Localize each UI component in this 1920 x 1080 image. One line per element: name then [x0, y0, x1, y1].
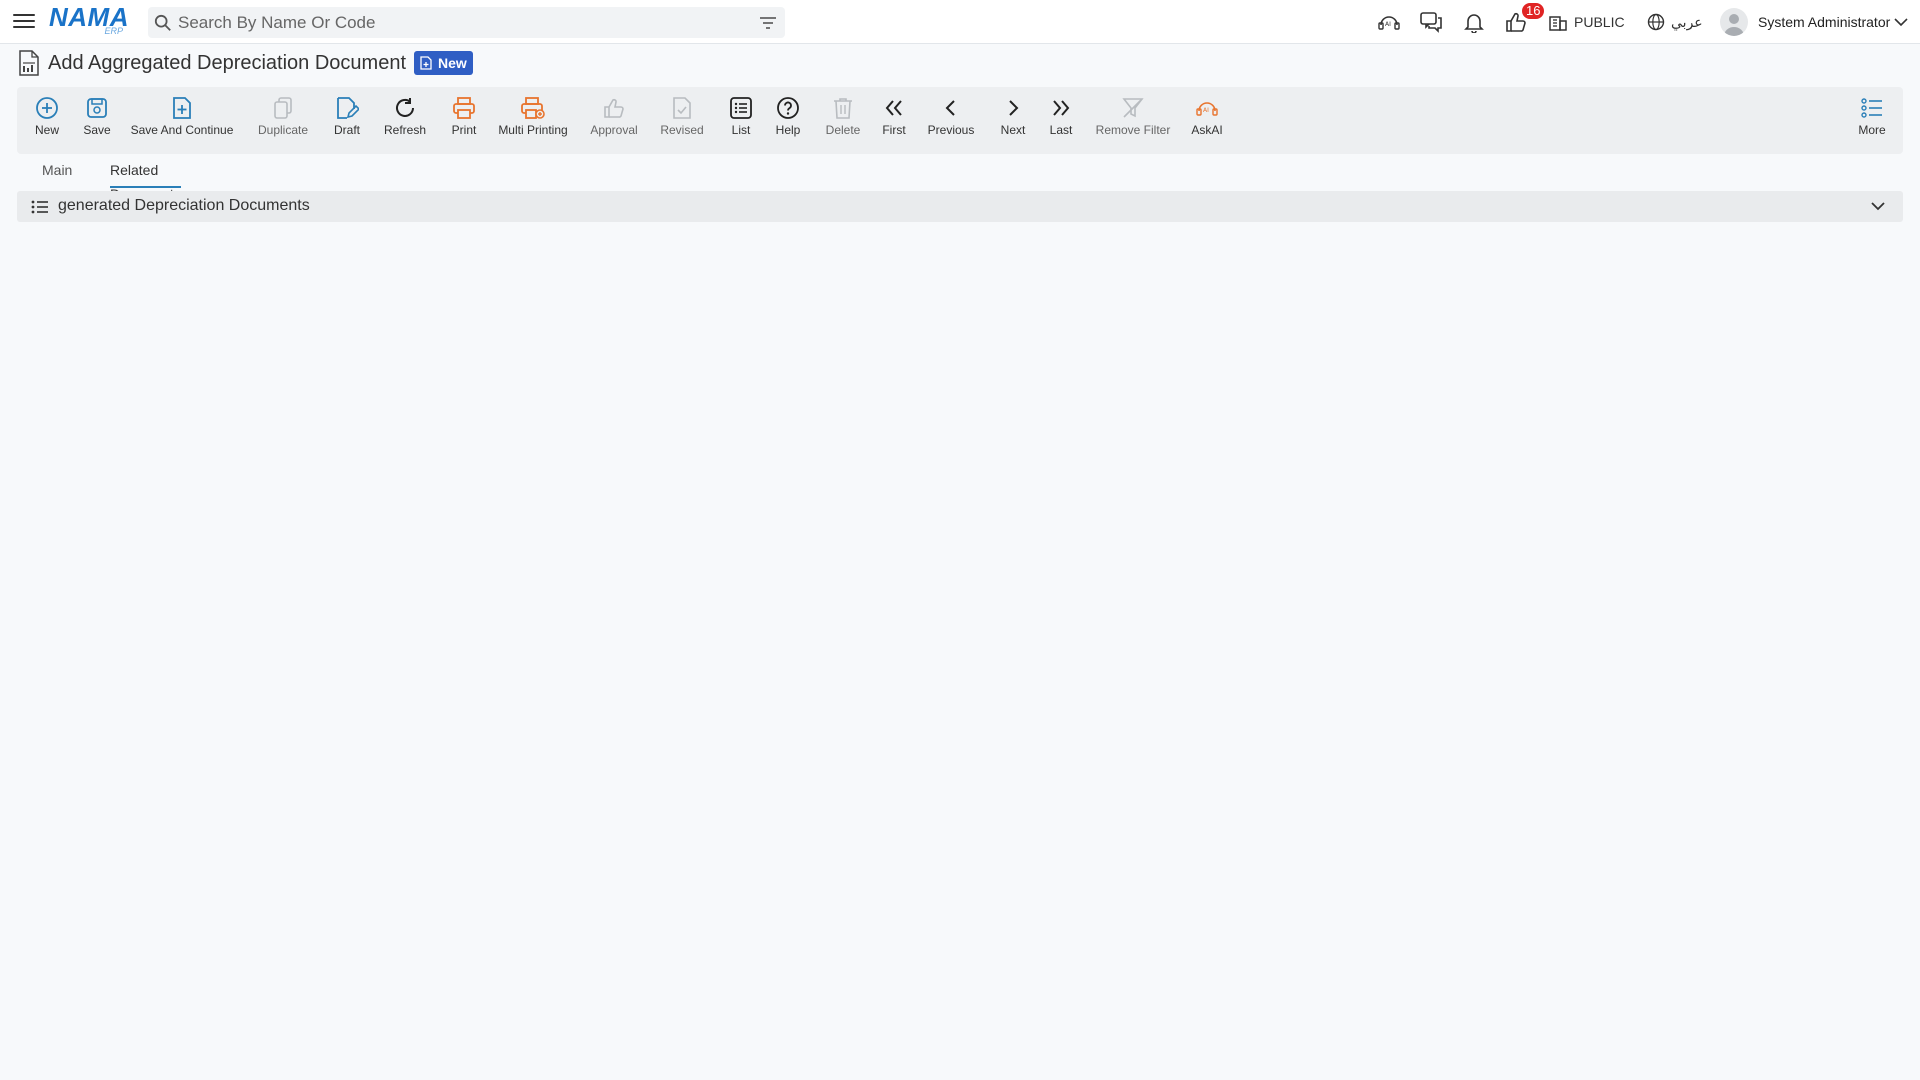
- list-icon: [730, 97, 752, 119]
- refresh-icon: [396, 98, 414, 117]
- copy-icon: [274, 97, 292, 119]
- bell-icon[interactable]: [1462, 11, 1486, 33]
- duplicate-label: Duplicate: [257, 123, 309, 137]
- help-icon: [777, 97, 799, 119]
- remove-filter-label: Remove Filter: [1095, 123, 1171, 137]
- help-button[interactable]: Help: [773, 87, 803, 154]
- more-label: More: [1858, 123, 1886, 137]
- building-icon: [1549, 16, 1567, 31]
- double-chevron-right-icon: [1053, 100, 1070, 116]
- save-button-label: Save: [83, 123, 111, 137]
- logo[interactable]: NAMA ERP: [49, 4, 131, 38]
- askai-label: AskAI: [1191, 123, 1223, 137]
- panel-title: generated Depreciation Documents: [58, 197, 310, 214]
- status-label: New: [438, 55, 467, 71]
- status-badge: New: [414, 51, 473, 75]
- svg-text:AI: AI: [1203, 107, 1209, 114]
- page-header: Add Aggregated Depreciation Document New: [18, 48, 473, 78]
- print-label: Print: [451, 123, 477, 137]
- save-and-continue-button[interactable]: Save And Continue: [129, 87, 235, 154]
- draft-button[interactable]: Draft: [327, 87, 367, 154]
- new-button[interactable]: New: [27, 87, 67, 154]
- delete-label: Delete: [825, 123, 861, 137]
- tab-related-documents[interactable]: Related Documents: [110, 158, 181, 202]
- search-bar: [148, 7, 785, 38]
- printer-icon: [453, 97, 475, 119]
- search-input[interactable]: [178, 7, 738, 38]
- askai-button[interactable]: AI AskAI: [1189, 87, 1225, 154]
- ai-headset-icon: AI: [1196, 102, 1218, 116]
- refresh-label: Refresh: [383, 123, 427, 137]
- page-title: Add Aggregated Depreciation Document: [48, 51, 407, 74]
- remove-filter-button[interactable]: Remove Filter: [1093, 87, 1173, 154]
- filter-off-icon: [1122, 98, 1144, 118]
- duplicate-button[interactable]: Duplicate: [255, 87, 311, 154]
- help-label: Help: [775, 123, 801, 137]
- svg-text:AI: AI: [1385, 21, 1391, 28]
- new-button-label: New: [34, 123, 59, 137]
- revised-document-icon: [673, 97, 691, 119]
- list-button[interactable]: List: [726, 87, 756, 154]
- language-label: عربي: [1671, 13, 1703, 30]
- save-button[interactable]: Save: [77, 87, 117, 154]
- edit-document-icon: [337, 97, 359, 119]
- multi-printing-button[interactable]: Multi Printing: [495, 87, 571, 154]
- ai-assistant-icon[interactable]: AI: [1377, 11, 1401, 33]
- approval-label: Approval: [590, 123, 638, 137]
- new-document-icon: [420, 56, 432, 70]
- first-button[interactable]: First: [879, 87, 909, 154]
- user-menu[interactable]: System Administrator: [1720, 6, 1908, 38]
- save-and-continue-label: Save And Continue: [130, 123, 234, 137]
- approval-button[interactable]: Approval: [588, 87, 640, 154]
- previous-label: Previous: [927, 123, 975, 137]
- top-bar: NAMA ERP AI 16 PUBLIC عربي System Admini…: [0, 0, 1920, 44]
- previous-button[interactable]: Previous: [926, 87, 976, 154]
- chevron-down-icon[interactable]: [1871, 201, 1885, 211]
- search-icon: [154, 14, 171, 31]
- company-label: PUBLIC: [1574, 14, 1625, 30]
- revised-button[interactable]: Revised: [658, 87, 706, 154]
- last-label: Last: [1049, 123, 1073, 137]
- chevron-right-icon: [1009, 100, 1019, 116]
- chat-icon[interactable]: [1419, 11, 1443, 33]
- multi-printer-icon: [521, 97, 545, 119]
- more-button[interactable]: More: [1855, 87, 1889, 154]
- last-button[interactable]: Last: [1046, 87, 1076, 154]
- menu-icon[interactable]: [13, 11, 35, 33]
- double-chevron-left-icon: [885, 100, 902, 116]
- document-icon: [19, 50, 39, 76]
- tab-main[interactable]: Main: [42, 158, 72, 188]
- company-selector[interactable]: PUBLIC: [1548, 10, 1625, 34]
- logo-subtext: ERP: [104, 26, 123, 36]
- approvals-count-badge: 16: [1522, 3, 1545, 19]
- globe-icon: [1647, 13, 1665, 31]
- revised-label: Revised: [660, 123, 704, 137]
- action-toolbar: New Save Save And Continue Duplicate Dra…: [17, 87, 1903, 154]
- more-list-icon: [1861, 98, 1882, 118]
- chevron-left-icon: [945, 100, 955, 116]
- thumbs-up-icon: [604, 98, 624, 118]
- document-plus-icon: [173, 97, 191, 119]
- next-button[interactable]: Next: [998, 87, 1028, 154]
- plus-circle-icon: [36, 97, 58, 119]
- trash-icon: [834, 98, 852, 119]
- generated-depreciation-documents-panel[interactable]: generated Depreciation Documents: [17, 191, 1903, 222]
- refresh-button[interactable]: Refresh: [380, 87, 430, 154]
- first-label: First: [882, 123, 906, 137]
- language-switch[interactable]: عربي: [1647, 10, 1703, 34]
- delete-button[interactable]: Delete: [823, 87, 863, 154]
- list-label: List: [731, 123, 751, 137]
- draft-label: Draft: [333, 123, 360, 137]
- user-name: System Administrator: [1758, 14, 1891, 30]
- avatar: [1720, 8, 1748, 36]
- list-icon: [31, 200, 48, 214]
- next-label: Next: [1000, 123, 1026, 137]
- save-icon: [87, 98, 107, 118]
- print-button[interactable]: Print: [446, 87, 482, 154]
- filter-icon[interactable]: [759, 15, 777, 31]
- multi-printing-label: Multi Printing: [498, 123, 568, 137]
- chevron-down-icon: [1894, 18, 1908, 27]
